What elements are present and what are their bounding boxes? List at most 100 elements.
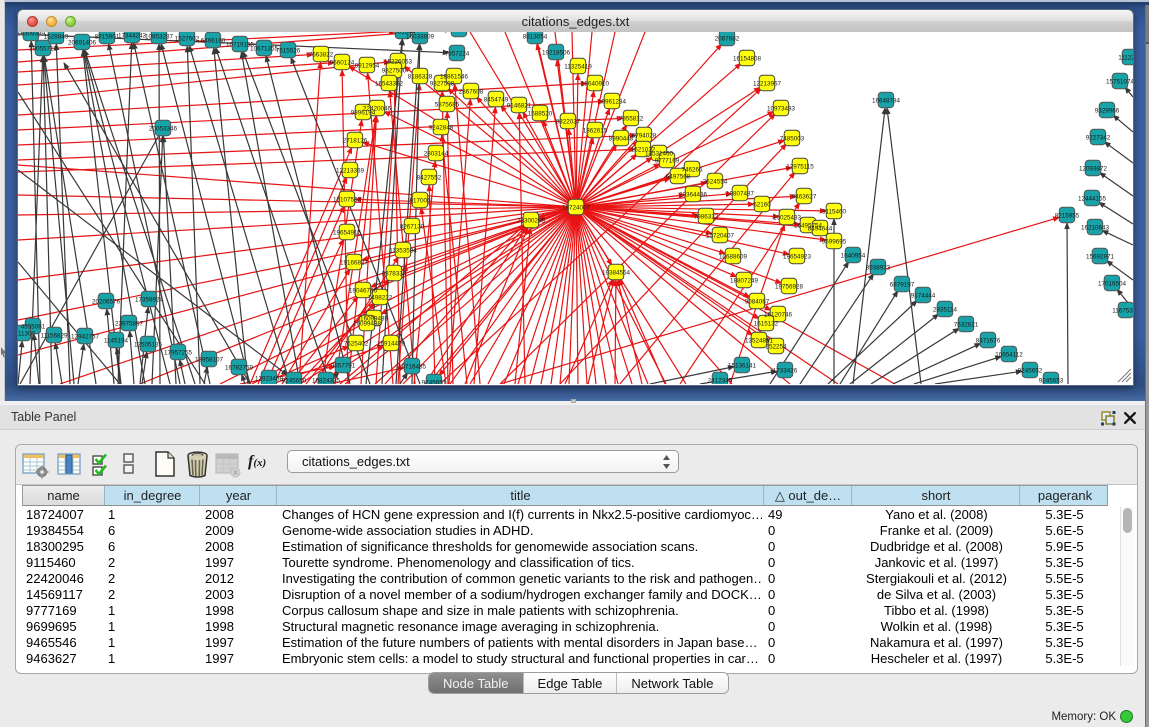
- svg-text:9896194: 9896194: [351, 109, 376, 116]
- svg-text:9463627: 9463627: [792, 193, 817, 200]
- svg-text:18724007: 18724007: [562, 204, 591, 211]
- svg-text:11325419: 11325419: [564, 63, 592, 70]
- svg-text:16782759: 16782759: [225, 364, 254, 371]
- svg-text:7955812: 7955812: [619, 115, 644, 122]
- svg-text:12213967: 12213967: [753, 80, 782, 87]
- svg-text:19756928: 19756928: [775, 283, 804, 290]
- svg-text:1640954: 1640954: [841, 252, 866, 259]
- svg-text:746266: 746266: [681, 166, 703, 173]
- svg-text:15692971: 15692971: [1086, 253, 1115, 260]
- svg-text:11353594: 11353594: [389, 247, 417, 254]
- svg-text:8427552: 8427552: [417, 174, 442, 181]
- svg-text:19046766: 19046766: [349, 287, 378, 294]
- svg-text:9242848: 9242848: [429, 124, 454, 131]
- svg-text:16154808: 16154808: [733, 55, 762, 62]
- svg-text:9329966: 9329966: [1095, 107, 1120, 114]
- svg-text:11675332: 11675332: [1112, 307, 1133, 314]
- svg-text:9084067: 9084067: [745, 298, 770, 305]
- svg-text:7986322: 7986322: [694, 213, 719, 220]
- svg-text:2087682: 2087682: [715, 35, 740, 42]
- svg-text:7357224: 7357224: [445, 50, 470, 57]
- svg-text:12213369: 12213369: [336, 167, 365, 174]
- svg-text:17359924: 17359924: [135, 296, 164, 303]
- svg-text:9699695: 9699695: [822, 238, 847, 245]
- svg-text:12444155: 12444155: [1078, 195, 1107, 202]
- svg-text:9245653: 9245653: [1039, 377, 1064, 384]
- svg-text:16107553: 16107553: [333, 196, 362, 203]
- svg-text:3624554: 3624554: [703, 178, 728, 185]
- svg-text:8990448: 8990448: [609, 135, 634, 142]
- svg-text:9245650: 9245650: [282, 377, 307, 384]
- svg-text:20206576: 20206576: [92, 298, 121, 305]
- svg-text:18807249: 18807249: [730, 277, 759, 284]
- svg-text:10688609: 10688609: [719, 253, 748, 260]
- svg-text:10671355: 10671355: [250, 45, 279, 52]
- svg-text:10654112: 10654112: [995, 351, 1023, 358]
- svg-text:6879197: 6879197: [890, 281, 915, 288]
- svg-text:8494644: 8494644: [808, 225, 833, 232]
- svg-text:9777169: 9777169: [655, 157, 680, 164]
- svg-text:8215955: 8215955: [1055, 212, 1080, 219]
- svg-text:62160: 62160: [753, 201, 771, 208]
- svg-text:18640910: 18640910: [581, 80, 610, 87]
- svg-text:10961234: 10961234: [598, 98, 627, 105]
- svg-text:2412345: 2412345: [708, 377, 733, 384]
- svg-text:15136141: 15136141: [728, 362, 757, 369]
- svg-text:16914479: 16914479: [377, 340, 406, 347]
- svg-text:6497568: 6497568: [666, 173, 691, 180]
- svg-text:16210643: 16210643: [1081, 224, 1110, 231]
- svg-text:23975867: 23975867: [115, 320, 144, 327]
- svg-text:17344243: 17344243: [118, 32, 147, 39]
- svg-text:15751074: 15751074: [1106, 78, 1133, 85]
- svg-text:1112222: 1112222: [1118, 54, 1133, 61]
- svg-text:10853287: 10853287: [145, 33, 174, 40]
- svg-text:7632621: 7632621: [954, 321, 979, 328]
- svg-text:2867608: 2867608: [459, 88, 484, 95]
- svg-text:9827500: 9827500: [382, 67, 407, 74]
- svg-text:5875685: 5875685: [435, 101, 460, 108]
- svg-text:9146821: 9146821: [507, 102, 532, 109]
- svg-text:16120746: 16120746: [764, 311, 793, 318]
- svg-text:4535061: 4535061: [21, 323, 46, 330]
- svg-text:8322037: 8322037: [556, 118, 581, 125]
- svg-text:12093872: 12093872: [1079, 165, 1108, 172]
- svg-text:10973493: 10973493: [767, 105, 796, 112]
- svg-text:16099488: 16099488: [353, 320, 382, 327]
- svg-text:7625402: 7625402: [344, 340, 369, 347]
- svg-text:8915901: 8915901: [95, 33, 120, 40]
- svg-text:16543362: 16543362: [375, 80, 404, 87]
- svg-text:9245652: 9245652: [1018, 367, 1043, 374]
- svg-text:15720407: 15720407: [706, 232, 735, 239]
- svg-text:10958107: 10958107: [195, 356, 224, 363]
- svg-text:20691406: 20691406: [68, 39, 97, 46]
- svg-text:9657791: 9657791: [331, 362, 356, 369]
- svg-text:8878334: 8878334: [382, 270, 407, 277]
- svg-text:19654915: 19654915: [333, 229, 362, 236]
- svg-text:6466160: 6466160: [201, 37, 226, 44]
- svg-text:8471676: 8471676: [976, 337, 1001, 344]
- svg-text:2935114: 2935114: [933, 306, 958, 313]
- svg-text:8267130: 8267130: [400, 223, 425, 230]
- svg-text:1362615: 1362615: [583, 127, 608, 134]
- svg-text:16309339: 16309339: [18, 32, 45, 37]
- svg-text:11156829: 11156829: [40, 332, 68, 339]
- svg-text:10807487: 10807487: [726, 190, 755, 197]
- svg-text:19055712: 19055712: [29, 45, 58, 52]
- svg-text:9115460: 9115460: [822, 208, 847, 215]
- svg-text:23300205: 23300205: [517, 217, 546, 224]
- svg-text:8186328: 8186328: [408, 73, 433, 80]
- svg-text:1733426: 1733426: [773, 367, 798, 374]
- svg-text:7485003: 7485003: [780, 135, 805, 142]
- svg-text:17016504: 17016504: [1098, 280, 1127, 287]
- svg-text:20053346: 20053346: [149, 125, 178, 132]
- svg-text:3911300: 3911300: [18, 330, 36, 337]
- svg-text:16648784: 16648784: [872, 97, 901, 104]
- svg-text:9784604: 9784604: [447, 32, 472, 33]
- svg-text:1615132: 1615132: [754, 320, 779, 327]
- svg-text:8912954: 8912954: [355, 62, 380, 69]
- svg-text:2803144: 2803144: [424, 150, 449, 157]
- svg-text:20364436: 20364436: [679, 191, 708, 198]
- svg-text:19716485: 19716485: [398, 363, 427, 370]
- svg-text:10025433: 10025433: [773, 214, 802, 221]
- svg-text:12923468: 12923468: [255, 375, 284, 382]
